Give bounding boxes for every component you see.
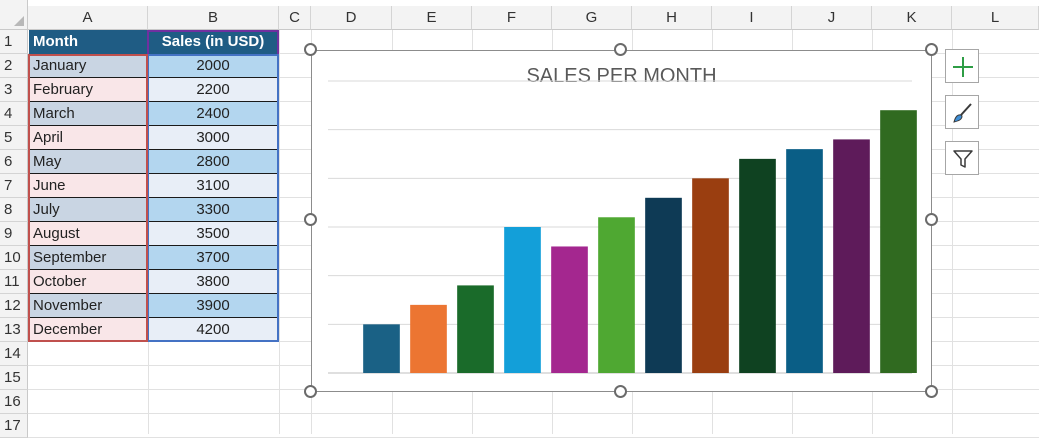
cell-month[interactable]: May (29, 150, 147, 174)
cell-sales[interactable]: 3000 (148, 126, 278, 150)
row-header-4[interactable]: 4 (0, 102, 28, 126)
cell-month[interactable]: June (29, 174, 147, 198)
bar-may[interactable] (551, 246, 588, 373)
cell-sales[interactable]: 4200 (148, 318, 278, 342)
cell-month[interactable]: February (29, 78, 147, 102)
paintbrush-icon (953, 103, 972, 123)
column-header-f[interactable]: F (472, 6, 552, 30)
resize-handle-middle-left[interactable] (304, 213, 317, 226)
column-header-b[interactable]: B (148, 6, 279, 30)
cell-month[interactable]: August (29, 222, 147, 246)
cell-month[interactable]: March (29, 102, 147, 126)
select-all-corner[interactable] (0, 0, 28, 30)
bar-march[interactable] (457, 285, 494, 373)
row-header-2[interactable]: 2 (0, 54, 28, 78)
cell-sales[interactable]: 3100 (148, 174, 278, 198)
cell-sales[interactable]: 2200 (148, 78, 278, 102)
row-header-6[interactable]: 6 (0, 150, 28, 174)
cell-month[interactable]: January (29, 54, 147, 78)
gridline-horizontal (28, 413, 1039, 414)
bar-september[interactable] (739, 158, 776, 373)
row-header-7[interactable]: 7 (0, 174, 28, 198)
bar-chart[interactable]: SALES PER MONTH (311, 50, 932, 392)
bar-april[interactable] (504, 227, 541, 373)
chart-styles-button[interactable] (945, 95, 979, 129)
gridline-vertical (952, 30, 953, 434)
cell-sales[interactable]: 2800 (148, 150, 278, 174)
funnel-icon (953, 150, 973, 168)
cell-month[interactable]: July (29, 198, 147, 222)
row-header-17[interactable]: 17 (0, 414, 28, 438)
bar-october[interactable] (786, 149, 823, 373)
bar-december[interactable] (880, 110, 917, 373)
cell-sales[interactable]: 2400 (148, 102, 278, 126)
row-header-5[interactable]: 5 (0, 126, 28, 150)
bar-august[interactable] (692, 178, 729, 373)
resize-handle-middle-right[interactable] (925, 213, 938, 226)
cell-month[interactable]: November (29, 294, 147, 318)
cell-month[interactable]: April (29, 126, 147, 150)
chart-plot-area (328, 80, 917, 374)
resize-handle-top-right[interactable] (925, 43, 938, 56)
resize-handle-bottom-right[interactable] (925, 385, 938, 398)
cell-sales[interactable]: 3300 (148, 198, 278, 222)
row-header-3[interactable]: 3 (0, 78, 28, 102)
column-header-i[interactable]: I (712, 6, 792, 30)
gridline-vertical (279, 30, 280, 434)
bar-june[interactable] (598, 217, 635, 373)
resize-handle-bottom-center[interactable] (614, 385, 627, 398)
resize-handle-top-center[interactable] (614, 43, 627, 56)
row-header-13[interactable]: 13 (0, 318, 28, 342)
column-header-e[interactable]: E (392, 6, 472, 30)
cell-sales[interactable]: 3800 (148, 270, 278, 294)
column-header-g[interactable]: G (552, 6, 632, 30)
cell-sales[interactable]: 3700 (148, 246, 278, 270)
column-header-j[interactable]: J (792, 6, 872, 30)
column-header-k[interactable]: K (872, 6, 952, 30)
row-header-10[interactable]: 10 (0, 246, 28, 270)
row-header-1[interactable]: 1 (0, 30, 28, 54)
column-header-c[interactable]: C (279, 6, 311, 30)
row-header-15[interactable]: 15 (0, 366, 28, 390)
column-header-d[interactable]: D (311, 6, 392, 30)
cell-sales[interactable]: 2000 (148, 54, 278, 78)
bar-july[interactable] (645, 197, 682, 373)
header-month[interactable]: Month (29, 30, 147, 54)
row-header-11[interactable]: 11 (0, 270, 28, 294)
bar-january[interactable] (363, 324, 400, 373)
bar-november[interactable] (833, 139, 870, 373)
cell-month[interactable]: September (29, 246, 147, 270)
chart-filters-button[interactable] (945, 141, 979, 175)
cell-sales[interactable]: 3900 (148, 294, 278, 318)
column-header-h[interactable]: H (632, 6, 712, 30)
row-header-12[interactable]: 12 (0, 294, 28, 318)
bar-february[interactable] (410, 304, 447, 373)
column-header-l[interactable]: L (952, 6, 1039, 30)
resize-handle-bottom-left[interactable] (304, 385, 317, 398)
row-header-8[interactable]: 8 (0, 198, 28, 222)
cell-sales[interactable]: 3500 (148, 222, 278, 246)
row-header-9[interactable]: 9 (0, 222, 28, 246)
header-sales[interactable]: Sales (in USD) (148, 30, 278, 54)
column-header-a[interactable]: A (28, 6, 148, 30)
row-header-16[interactable]: 16 (0, 390, 28, 414)
plus-icon (953, 57, 973, 77)
chart-elements-button[interactable] (945, 49, 979, 83)
cell-month[interactable]: October (29, 270, 147, 294)
row-header-14[interactable]: 14 (0, 342, 28, 366)
resize-handle-top-left[interactable] (304, 43, 317, 56)
cell-month[interactable]: December (29, 318, 147, 342)
